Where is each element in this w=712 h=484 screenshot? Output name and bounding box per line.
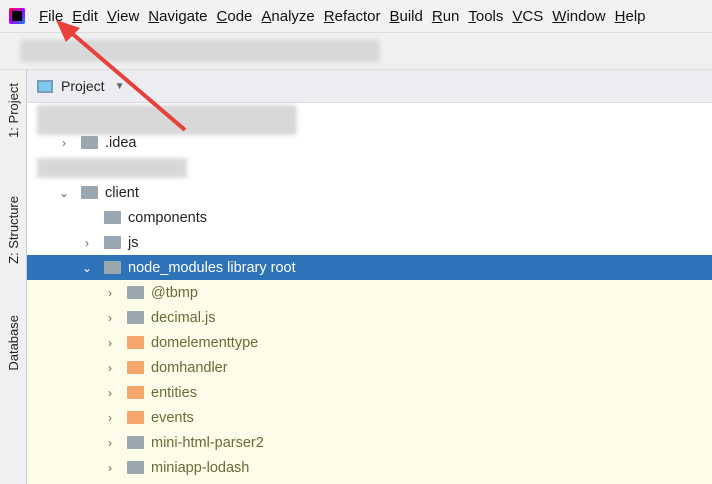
red-arrow-annotation xyxy=(56,20,187,132)
